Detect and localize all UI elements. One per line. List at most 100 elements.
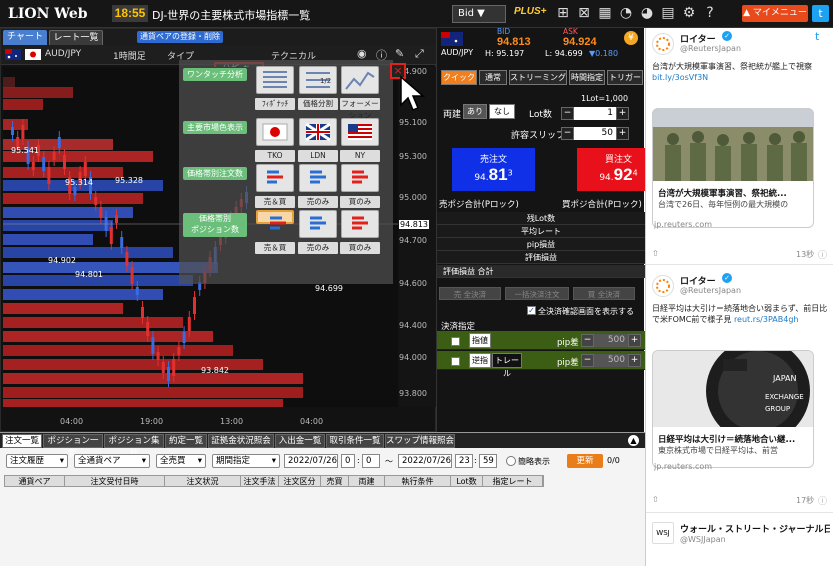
grid-icon[interactable]: ⊞ — [556, 5, 570, 21]
col-accept-time[interactable]: 注文受付日時 — [65, 476, 165, 487]
twitter-icon[interactable]: t — [812, 5, 829, 22]
tweet-author[interactable]: ウォール・ストリート・ジャーナル日 — [680, 522, 830, 535]
tab-position-list[interactable]: ポジション一覧 — [43, 434, 103, 459]
update-button[interactable]: 更新 — [567, 454, 603, 468]
stop-plus-button[interactable]: + — [628, 354, 641, 367]
palette-icon[interactable]: ◉ — [357, 47, 367, 60]
tab-rate-list[interactable]: レート一覧 — [49, 30, 103, 46]
limit-pip-input[interactable]: 500 — [594, 334, 628, 347]
tab-normal[interactable]: 通常 — [479, 70, 507, 85]
gear-icon[interactable]: ⚙ — [682, 5, 696, 21]
tweet-time[interactable]: 17秒 — [796, 495, 814, 506]
yen-icon[interactable]: ¥ — [624, 31, 638, 45]
order-both-icon[interactable] — [256, 164, 294, 192]
card-domain[interactable]: jp.reuters.com — [654, 462, 712, 471]
tweet-card[interactable]: JAPAN EXCHANGE GROUP 日経平均は大引け＝続落地合い継... 東京… — [652, 350, 814, 468]
limit-plus-button[interactable]: + — [628, 334, 641, 347]
slip-input[interactable]: 50 — [574, 127, 616, 140]
stop-checkbox[interactable] — [451, 357, 460, 366]
col-type[interactable]: 注文区分 — [279, 476, 321, 487]
slip-plus-button[interactable]: + — [616, 127, 629, 140]
interval-select[interactable]: 1時間足 — [113, 49, 146, 62]
sell-order-button[interactable]: 売注文 94.813 — [452, 148, 535, 191]
date-to-input[interactable]: 2022/07/26 — [398, 454, 452, 468]
hour-to-input[interactable]: 23 — [455, 454, 473, 468]
tab-order-list[interactable]: 注文一覧 — [2, 434, 42, 448]
tab-execution-list[interactable]: 約定一覧 — [165, 434, 207, 448]
tab-margin-status[interactable]: 証拠金状況照会 — [208, 434, 274, 448]
stop-pip-input[interactable]: 500 — [594, 354, 628, 367]
simple-display-toggle[interactable] — [506, 456, 516, 466]
col-both[interactable]: 両建 — [349, 476, 385, 487]
tweet-time[interactable]: 13秒 — [796, 249, 814, 260]
minute-to-input[interactable]: 59 — [479, 454, 497, 468]
tweet-handle[interactable]: @ReutersJapan — [680, 44, 741, 53]
history-select[interactable]: 注文履歴 ▾ — [6, 454, 68, 468]
col-rate[interactable]: 指定レート — [483, 476, 543, 487]
col-exec-cond[interactable]: 執行条件 — [385, 476, 451, 487]
tweet-card[interactable]: 台湾が大規模軍事演習、祭祀統... 台湾で26日、毎年恒例の最大規模の — [652, 108, 814, 228]
stop-minus-button[interactable]: − — [581, 354, 594, 367]
both-no-button[interactable]: なし — [489, 104, 515, 119]
formation-icon[interactable] — [341, 66, 379, 94]
ldn-flag-icon[interactable] — [299, 118, 337, 146]
pair-select[interactable]: 全通貨ペア ▾ — [74, 454, 150, 468]
share-icon[interactable]: ⇧ — [652, 249, 659, 258]
help-icon[interactable]: ? — [703, 5, 717, 21]
position-both-icon[interactable] — [256, 210, 294, 230]
col-method[interactable]: 注文手法 — [241, 476, 279, 487]
info-icon[interactable]: ⓘ — [818, 248, 827, 261]
confirm-checkbox[interactable]: ✓ — [527, 306, 536, 315]
bulk-settle-button[interactable]: 一括決済注文 — [505, 287, 569, 300]
reuters-avatar[interactable] — [652, 33, 674, 55]
limit-button[interactable]: 指値 — [469, 333, 491, 348]
reuters-avatar[interactable] — [652, 275, 674, 297]
tab-chart[interactable]: チャート — [3, 30, 47, 46]
info-icon[interactable]: ⓘ — [818, 494, 827, 507]
tweet-handle[interactable]: @ReutersJapan — [680, 286, 741, 295]
fibonacci-icon[interactable] — [256, 66, 294, 94]
expand-icon[interactable]: ⤢ — [415, 47, 424, 61]
pie-icon[interactable]: ◕ — [640, 5, 654, 21]
period-select[interactable]: 期間指定 ▾ — [212, 454, 280, 468]
date-from-input[interactable]: 2022/07/26 — [284, 454, 338, 468]
register-pair-button[interactable]: 通貨ペアの登録・削除 — [137, 31, 223, 43]
lot-minus-button[interactable]: − — [561, 107, 574, 120]
news-ticker[interactable]: DJ-世界の主要株式市場指標一覧 — [152, 7, 310, 23]
card-domain[interactable]: jp.reuters.com — [654, 220, 712, 229]
tweet-link[interactable]: reut.rs/3PAB4gh — [734, 315, 799, 324]
position-buy-icon[interactable] — [341, 210, 379, 238]
tab-swap-info[interactable]: スワップ情報照会 — [385, 434, 455, 448]
stop-button[interactable]: 逆指 — [469, 353, 491, 368]
tweet-handle[interactable]: @WSJJapan — [680, 535, 726, 544]
tab-deposit-list[interactable]: 入出金一覧 — [275, 434, 325, 448]
tab-position-summary[interactable]: ポジション集計 — [104, 434, 164, 459]
tab-time-spec[interactable]: 時間指定 — [569, 70, 605, 85]
col-side[interactable]: 売買 — [321, 476, 349, 487]
limit-checkbox[interactable] — [451, 337, 460, 346]
tab-quick[interactable]: クイック — [441, 70, 477, 85]
window-icon[interactable]: ⊠ — [577, 5, 591, 21]
sell-all-settle-button[interactable]: 売 全決済 — [439, 287, 501, 300]
side-select[interactable]: 全売買 ▾ — [156, 454, 206, 468]
ny-flag-icon[interactable] — [341, 118, 379, 146]
twitter-bird-icon[interactable]: t — [815, 30, 819, 43]
tweet-link[interactable]: bit.ly/3osVf3N — [652, 73, 708, 82]
bid-select[interactable]: Bid ▼ — [452, 5, 506, 23]
tko-flag-icon[interactable] — [256, 118, 294, 146]
my-menu-button[interactable]: ▲ マイメニュー — [742, 5, 808, 22]
tab-streaming[interactable]: ストリーミング — [509, 70, 567, 85]
buy-all-settle-button[interactable]: 買 全決済 — [573, 287, 635, 300]
hour-from-input[interactable]: 0 — [341, 454, 355, 468]
pen-icon[interactable]: ✎ — [395, 47, 404, 60]
order-sell-icon[interactable] — [299, 164, 337, 192]
chart-pair-select[interactable]: AUD/JPY — [45, 49, 81, 59]
col-pair[interactable]: 通貨ペア — [5, 476, 65, 487]
share-icon[interactable]: ⇧ — [652, 495, 659, 504]
price-split-icon[interactable]: 1/2 — [299, 66, 337, 94]
slip-minus-button[interactable]: − — [561, 127, 574, 140]
order-buy-icon[interactable] — [341, 164, 379, 192]
panel-icon[interactable]: ▦ — [598, 5, 612, 21]
both-yes-button[interactable]: あり — [463, 104, 487, 119]
lot-plus-button[interactable]: + — [616, 107, 629, 120]
